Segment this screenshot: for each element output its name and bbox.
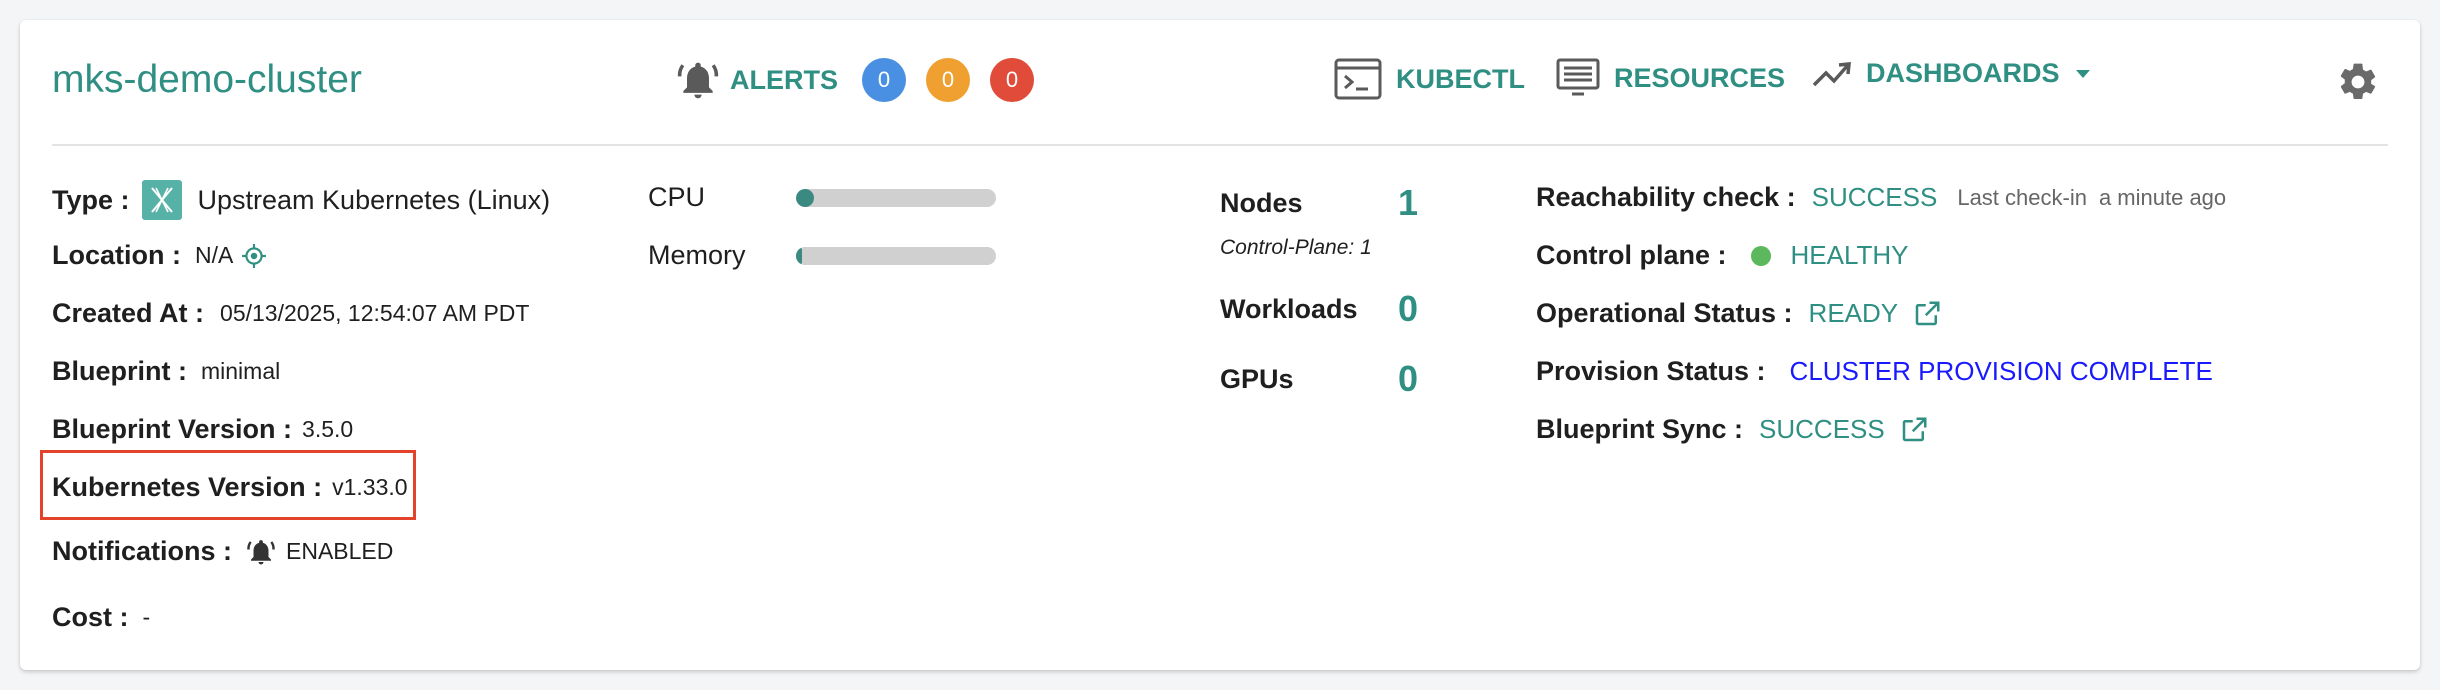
provision-status-value[interactable]: CLUSTER PROVISION COMPLETE <box>1790 356 2213 387</box>
alert-count-warning[interactable]: 0 <box>926 58 970 102</box>
terminal-icon <box>1334 58 1382 100</box>
created-label: Created At : <box>52 298 205 328</box>
open-in-new-icon[interactable] <box>1899 415 1929 445</box>
type-row: Type : Upstream Kubernetes (Linux) <box>52 180 550 220</box>
control-plane-label: Control plane : <box>1536 240 1727 270</box>
reachability-value: SUCCESS <box>1811 182 1938 212</box>
cpu-label: CPU <box>648 182 706 212</box>
blueprint-sync-value: SUCCESS <box>1759 414 1885 444</box>
cluster-card <box>20 20 2420 670</box>
kubectl-label: KUBECTL <box>1396 63 1525 94</box>
blueprint-row: Blueprint : minimal <box>52 356 280 387</box>
control-plane-value: HEALTHY <box>1790 240 1909 270</box>
gpus-value: 0 <box>1398 358 1419 399</box>
blueprint-value: minimal <box>201 358 281 384</box>
operational-status-row: Operational Status : READY <box>1536 298 1942 329</box>
gpus-row[interactable]: GPUs 0 <box>1220 358 1418 400</box>
workloads-label: Workloads <box>1220 293 1358 324</box>
reachability-row: Reachability check : SUCCESS Last check-… <box>1536 182 2226 213</box>
notifications-row: Notifications : ENABLED <box>52 536 393 567</box>
provision-status-label: Provision Status : <box>1536 356 1766 386</box>
nodes-label: Nodes <box>1220 187 1303 218</box>
reachability-label: Reachability check : <box>1536 182 1796 212</box>
kubernetes-upstream-icon <box>141 180 182 220</box>
cpu-usage-bar <box>796 188 996 207</box>
healthy-status-dot <box>1750 245 1771 266</box>
trending-up-icon <box>1812 59 1852 89</box>
nodes-row[interactable]: Nodes 1 <box>1220 182 1418 224</box>
gpus-label: GPUs <box>1220 363 1294 394</box>
resources-label: RESOURCES <box>1614 62 1786 93</box>
alert-count-critical[interactable]: 0 <box>990 58 1034 102</box>
operational-status-value: READY <box>1808 298 1899 328</box>
kubectl-button[interactable]: KUBECTL <box>1334 58 1525 100</box>
notifications-label: Notifications : <box>52 536 232 566</box>
settings-button[interactable] <box>2336 60 2380 104</box>
workloads-value: 0 <box>1398 288 1419 329</box>
cost-row: Cost : - <box>52 602 150 633</box>
notification-bell-icon <box>246 537 276 567</box>
blueprint-version-label: Blueprint Version : <box>52 414 293 444</box>
dashboards-dropdown[interactable]: DASHBOARDS <box>1812 58 2092 89</box>
cpu-usage-fill <box>796 188 814 207</box>
cpu-usage-row: CPU <box>648 182 996 213</box>
alerts-section[interactable]: ALERTS 0 0 0 <box>676 58 1034 102</box>
created-value: 05/13/2025, 12:54:07 AM PDT <box>220 300 530 326</box>
bell-icon <box>676 58 720 102</box>
kubernetes-version-value: v1.33.0 <box>332 474 408 500</box>
control-plane-count: Control-Plane: 1 <box>1220 236 1372 259</box>
type-value: Upstream Kubernetes (Linux) <box>197 184 551 215</box>
operational-status-label: Operational Status : <box>1536 298 1793 328</box>
alert-count-info[interactable]: 0 <box>862 58 906 102</box>
provision-status-row: Provision Status : CLUSTER PROVISION COM… <box>1536 356 2213 387</box>
last-checkin-value: a minute ago <box>2098 184 2227 210</box>
alerts-label: ALERTS <box>730 64 838 95</box>
cluster-name[interactable]: mks-demo-cluster <box>52 58 362 102</box>
kubernetes-version-label: Kubernetes Version : <box>52 472 323 502</box>
open-in-new-icon[interactable] <box>1912 299 1942 329</box>
gear-icon <box>2336 60 2380 104</box>
header-divider <box>52 144 2388 146</box>
memory-label: Memory <box>648 240 746 270</box>
memory-usage-bar <box>796 246 996 265</box>
created-row: Created At : 05/13/2025, 12:54:07 AM PDT <box>52 298 529 329</box>
kubernetes-version-row: Kubernetes Version : v1.33.0 <box>52 472 408 503</box>
dashboards-label: DASHBOARDS <box>1866 58 2060 88</box>
resources-button[interactable]: RESOURCES <box>1556 58 1785 98</box>
memory-usage-fill <box>796 246 802 265</box>
location-row: Location : N/A <box>52 240 267 271</box>
list-icon <box>1556 58 1600 98</box>
blueprint-sync-row: Blueprint Sync : SUCCESS <box>1536 414 1929 445</box>
last-checkin-label: Last check-in <box>1957 184 2087 210</box>
location-label: Location : <box>52 240 181 270</box>
type-label: Type : <box>52 184 130 215</box>
blueprint-version-row: Blueprint Version : 3.5.0 <box>52 414 353 445</box>
caret-down-icon <box>2074 68 2092 80</box>
memory-usage-row: Memory <box>648 240 996 271</box>
blueprint-label: Blueprint : <box>52 356 187 386</box>
notifications-value: ENABLED <box>286 538 394 564</box>
control-plane-row: Control plane : HEALTHY <box>1536 240 1909 271</box>
cost-label: Cost : <box>52 602 129 632</box>
nodes-value: 1 <box>1398 182 1419 223</box>
blueprint-version-value: 3.5.0 <box>302 416 354 442</box>
locate-icon[interactable] <box>241 243 267 269</box>
blueprint-sync-label: Blueprint Sync : <box>1536 414 1744 444</box>
location-value: N/A <box>195 242 234 268</box>
workloads-row[interactable]: Workloads 0 <box>1220 288 1418 330</box>
cost-value: - <box>142 604 151 630</box>
